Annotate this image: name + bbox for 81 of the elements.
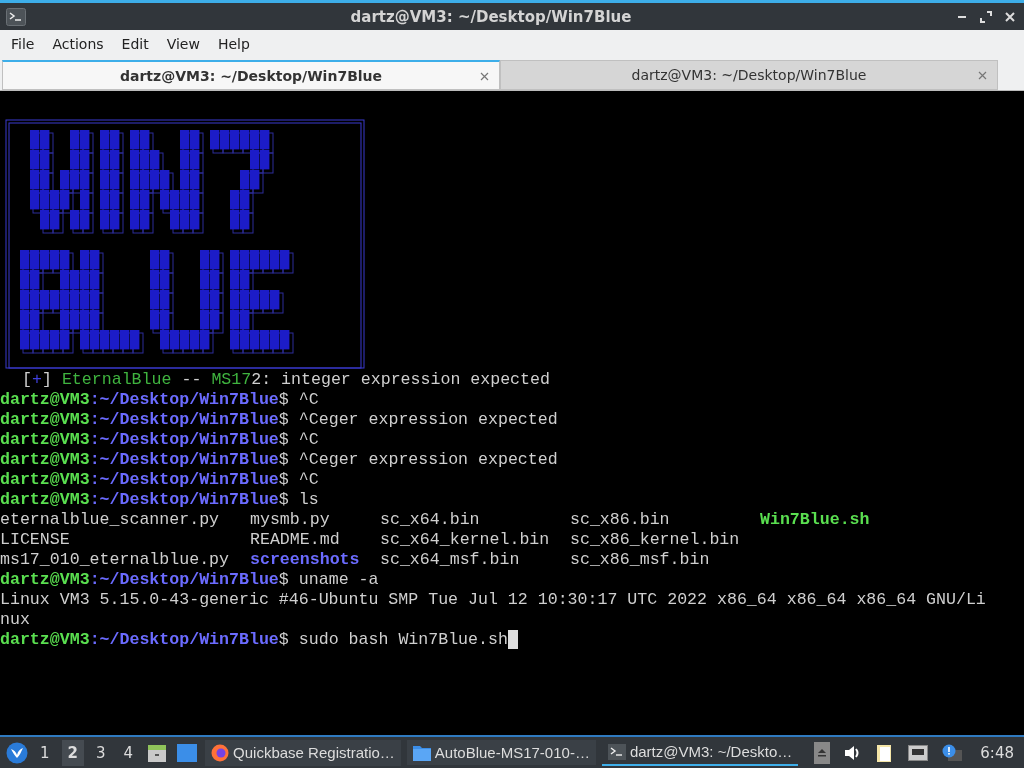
prompt-user: dartz@VM3 xyxy=(0,630,90,650)
prompt-user: dartz@VM3 xyxy=(0,430,90,450)
prompt-symbol: $ xyxy=(278,630,289,650)
prompt-user: dartz@VM3 xyxy=(0,470,90,490)
workspace-button[interactable]: 4 xyxy=(117,739,140,766)
tab[interactable]: dartz@VM3: ~/Desktop/Win7Blue xyxy=(2,60,500,90)
file-name: sc_x86_kernel.bin xyxy=(570,530,741,550)
prompt-path: :~/Desktop/Win7Blue xyxy=(89,390,279,410)
tab[interactable]: dartz@VM3: ~/Desktop/Win7Blue xyxy=(500,60,998,90)
prompt-user: dartz@VM3 xyxy=(0,570,90,590)
prompt-user: dartz@VM3 xyxy=(0,410,90,430)
file-name: LICENSE xyxy=(0,530,71,550)
terminal-icon xyxy=(607,743,626,760)
file-name: README.md xyxy=(250,530,341,550)
window-title: dartz@VM3: ~/Desktop/Win7Blue xyxy=(349,7,633,26)
command-text: ^C xyxy=(298,430,319,450)
file-cabinet-icon[interactable] xyxy=(147,742,168,763)
menu-item[interactable]: File xyxy=(2,36,44,52)
notification-icon[interactable] xyxy=(942,743,963,762)
file-name: ms17_010_eternalblue.py xyxy=(0,550,231,570)
output-text: Linux VM3 5.15.0-43-generic #46-Ubuntu SMP Tue Jul 12 10:30:17 UTC 2022 x86_64 x86_64 x86_64 GNU/Li xyxy=(0,590,986,610)
taskbar-button[interactable]: AutoBlue-MS17-010-… xyxy=(406,740,596,765)
file-name: sc_x86_msf.bin xyxy=(570,550,711,570)
command-text: ls xyxy=(298,490,319,510)
prompt-path: :~/Desktop/Win7Blue xyxy=(89,630,279,650)
file-name: sc_x86.bin xyxy=(570,510,671,530)
folder-icon xyxy=(412,744,431,761)
browser-icon xyxy=(211,743,230,762)
output-text: MS17 xyxy=(211,370,252,390)
file-name: sc_x64_msf.bin xyxy=(380,550,521,570)
file-name: Win7Blue.sh xyxy=(760,510,871,530)
output-text: nux xyxy=(0,610,30,630)
menu-item[interactable]: View xyxy=(157,36,209,52)
prompt-symbol: $ xyxy=(278,450,289,470)
prompt-symbol: $ xyxy=(278,390,289,410)
prompt-symbol: $ xyxy=(278,570,289,590)
prompt-path: :~/Desktop/Win7Blue xyxy=(89,470,279,490)
file-name: mysmb.py xyxy=(250,510,331,530)
start-menu-icon[interactable] xyxy=(6,741,28,764)
file-name: screenshots xyxy=(250,550,361,570)
prompt-user: dartz@VM3 xyxy=(0,390,90,410)
command-text: ^C xyxy=(298,390,319,410)
menu-item[interactable]: Help xyxy=(208,36,259,52)
clock[interactable]: 6:48 xyxy=(980,743,1018,762)
terminal-icon xyxy=(6,7,26,26)
command-text: ^C xyxy=(298,470,319,490)
prompt-path: :~/Desktop/Win7Blue xyxy=(89,430,279,450)
command-text: ^Ceger expression expected xyxy=(298,450,558,470)
command-text: ^Ceger expression expected xyxy=(298,410,558,430)
output-text: ] xyxy=(41,370,52,390)
prompt-symbol: $ xyxy=(278,470,289,490)
close-icon[interactable] xyxy=(480,72,489,81)
output-text: [ xyxy=(22,370,32,390)
restore-icon[interactable] xyxy=(980,10,992,23)
prompt-symbol: $ xyxy=(278,490,289,510)
output-text: -- xyxy=(181,370,202,390)
prompt-path: :~/Desktop/Win7Blue xyxy=(89,490,279,510)
command-text: sudo bash Win7Blue.sh xyxy=(298,630,508,650)
prompt-user: dartz@VM3 xyxy=(0,450,90,470)
taskbar-button[interactable]: Quickbase Registratio… xyxy=(205,739,401,766)
workspace-button[interactable]: 3 xyxy=(90,739,112,766)
file-name: sc_x64.bin xyxy=(380,510,481,530)
file-name: eternalblue_scanner.py xyxy=(0,510,221,530)
window-icon[interactable] xyxy=(177,743,198,762)
workspace-button[interactable]: 2 xyxy=(61,739,84,766)
prompt-path: :~/Desktop/Win7Blue xyxy=(89,570,279,590)
output-text: EternalBlue xyxy=(61,370,172,390)
command-text: uname -a xyxy=(298,570,379,590)
file-name: sc_x64_kernel.bin xyxy=(380,530,551,550)
workspace-button[interactable]: 1 xyxy=(34,739,56,766)
network-icon[interactable] xyxy=(908,744,929,761)
prompt-user: dartz@VM3 xyxy=(0,490,90,510)
output-text: 2: integer expression expected xyxy=(251,370,550,390)
eject-icon[interactable] xyxy=(814,741,831,764)
menu-item[interactable]: Edit xyxy=(112,36,158,52)
prompt-symbol: $ xyxy=(278,410,289,430)
prompt-path: :~/Desktop/Win7Blue xyxy=(89,450,279,470)
prompt-path: :~/Desktop/Win7Blue xyxy=(89,410,279,430)
prompt-symbol: $ xyxy=(278,430,289,450)
output-text: + xyxy=(31,370,42,390)
menu-item[interactable]: Actions xyxy=(43,36,113,52)
